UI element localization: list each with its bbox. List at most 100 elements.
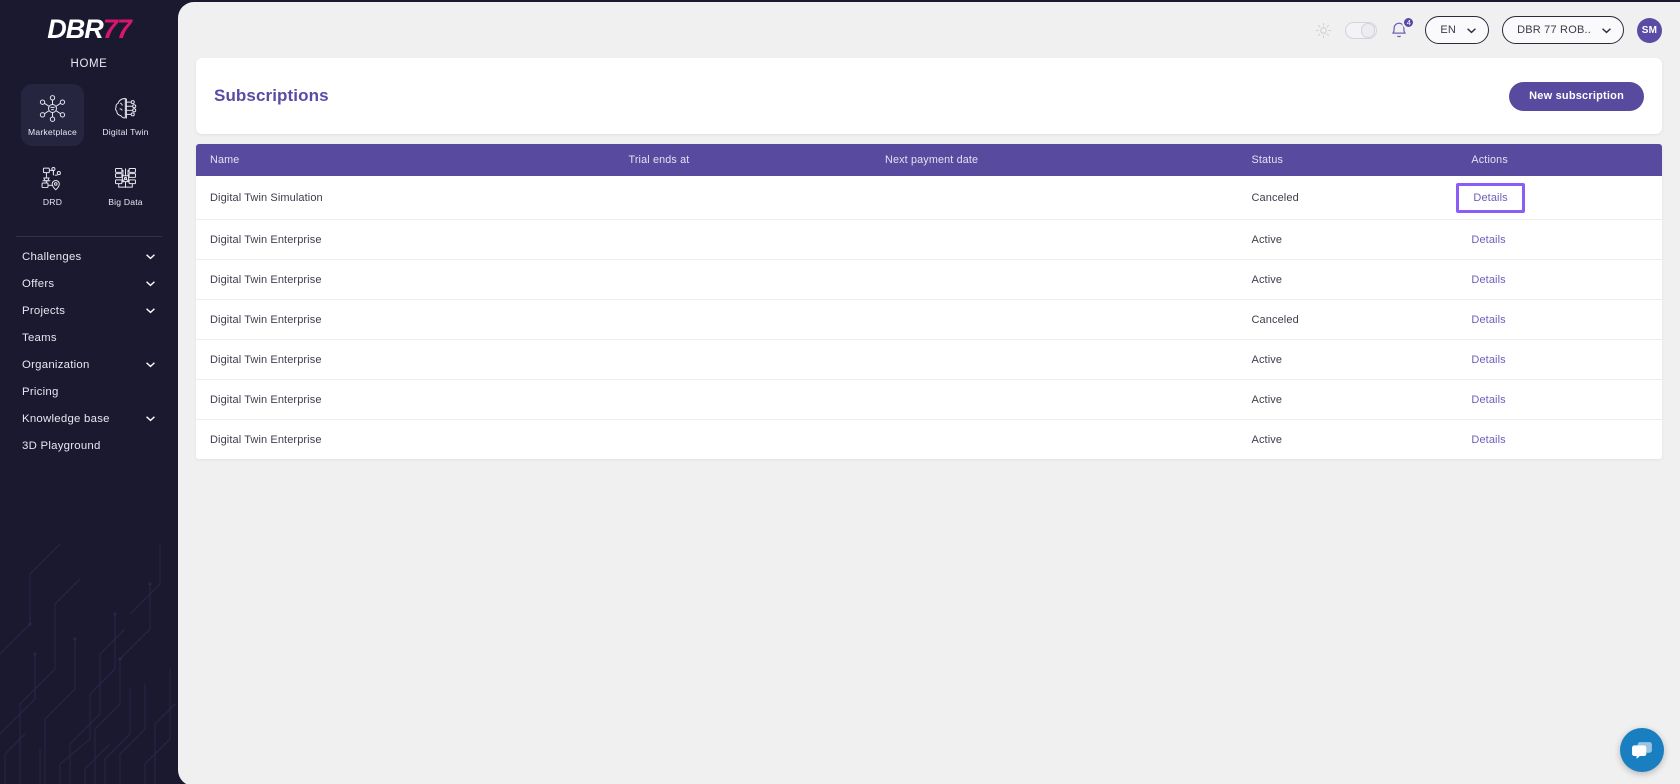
- details-link[interactable]: Details: [1471, 234, 1505, 246]
- sidebar-item-teams[interactable]: Teams: [0, 324, 178, 351]
- sidebar-item-3d-playground[interactable]: 3D Playground: [0, 432, 178, 459]
- app-root: DBR77 HOME Marketplace Digital Twin DRD …: [0, 0, 1680, 784]
- cell-name: Digital Twin Enterprise: [196, 219, 629, 260]
- network-nodes-icon: [39, 94, 66, 122]
- brain-circuit-icon: [115, 97, 137, 118]
- page-content: Subscriptions New subscription Name Tria…: [178, 58, 1680, 459]
- sidebar-item-label: 3D Playground: [22, 439, 101, 452]
- cell-actions: Details: [1471, 420, 1662, 460]
- cell-trial-ends-at: [628, 219, 886, 260]
- avatar[interactable]: SM: [1637, 17, 1662, 43]
- sidebar-tile-label: Big Data: [108, 196, 143, 207]
- details-link[interactable]: Details: [1471, 314, 1505, 326]
- sidebar-tile-marketplace[interactable]: Marketplace: [21, 84, 84, 146]
- table-row: Digital Twin Simulation Canceled Details: [196, 176, 1662, 220]
- sidebar-item-label: Challenges: [22, 250, 82, 263]
- chat-widget-button[interactable]: [1620, 728, 1664, 772]
- cell-trial-ends-at: [628, 339, 886, 380]
- sidebar-item-pricing[interactable]: Pricing: [0, 378, 178, 405]
- details-link[interactable]: Details: [1471, 394, 1505, 406]
- chevron-down-icon: [146, 362, 155, 368]
- sun-icon[interactable]: [1315, 22, 1332, 39]
- sidebar-tile-label: Marketplace: [27, 126, 77, 137]
- notifications-button[interactable]: 4: [1390, 16, 1416, 42]
- chevron-down-icon: [1467, 27, 1476, 33]
- sidebar: DBR77 HOME Marketplace Digital Twin DRD …: [0, 0, 178, 784]
- sidebar-item-label: Pricing: [22, 385, 59, 398]
- cell-actions: Details: [1471, 339, 1662, 380]
- language-selector[interactable]: EN: [1425, 16, 1490, 44]
- sidebar-divider: [16, 236, 162, 237]
- sidebar-item-label: Knowledge base: [22, 412, 110, 425]
- cell-status: Canceled: [1251, 299, 1472, 340]
- cell-name: Digital Twin Enterprise: [196, 339, 629, 380]
- sidebar-item-organization[interactable]: Organization: [0, 351, 178, 378]
- details-link[interactable]: Details: [1473, 192, 1507, 204]
- table-body: Digital Twin Simulation Canceled Details Di…: [196, 176, 1662, 459]
- chevron-down-icon: [146, 416, 155, 422]
- page-header-card: Subscriptions New subscription: [196, 58, 1662, 134]
- cell-trial-ends-at: [628, 420, 885, 460]
- table-row: Digital Twin Enterprise Canceled Details: [196, 299, 1662, 340]
- cell-trial-ends-at: [628, 176, 886, 220]
- cell-name: Digital Twin Enterprise: [196, 379, 629, 420]
- cell-status: Active: [1251, 339, 1472, 380]
- cell-next-payment-date: [885, 299, 1252, 340]
- logo-text-primary: DBR: [47, 14, 103, 44]
- sidebar-item-offers[interactable]: Offers: [0, 270, 178, 297]
- cell-next-payment-date: [885, 176, 1252, 220]
- circuit-decoration: [0, 543, 176, 784]
- sidebar-item-knowledge-base[interactable]: Knowledge base: [0, 405, 178, 432]
- cell-status: Active: [1251, 379, 1472, 420]
- chevron-down-icon: [146, 281, 155, 287]
- sidebar-item-challenges[interactable]: Challenges: [0, 243, 178, 270]
- cell-next-payment-date: [885, 339, 1252, 380]
- notifications-badge: 4: [1402, 16, 1416, 29]
- cell-status: Active: [1251, 433, 1283, 446]
- column-header-name: Name: [210, 154, 240, 166]
- organization-value: DBR 77 ROB..: [1517, 24, 1591, 36]
- cell-actions: Details: [1471, 379, 1662, 420]
- cell-actions: Details: [1471, 299, 1662, 340]
- language-value: EN: [1440, 24, 1457, 36]
- details-link[interactable]: Details: [1471, 274, 1505, 286]
- cell-name: Digital Twin Enterprise: [210, 433, 322, 446]
- details-link[interactable]: Details: [1471, 354, 1505, 366]
- new-subscription-button[interactable]: New subscription: [1509, 81, 1644, 111]
- details-link[interactable]: Details: [1471, 434, 1505, 446]
- organization-selector[interactable]: DBR 77 ROB..: [1502, 16, 1624, 44]
- cell-status: Canceled: [1251, 176, 1472, 220]
- chevron-down-icon: [146, 254, 155, 260]
- sidebar-item-label: Teams: [22, 331, 57, 344]
- sidebar-tile-label: DRD: [42, 196, 63, 207]
- chevron-down-icon: [146, 308, 155, 314]
- chat-bubble-icon: [1631, 741, 1652, 759]
- cell-actions: Details: [1471, 219, 1662, 260]
- cell-actions: Details: [1456, 176, 1662, 220]
- brand-logo[interactable]: DBR77: [0, 0, 178, 45]
- cell-next-payment-date: [885, 420, 1252, 460]
- page-title: Subscriptions: [214, 86, 329, 105]
- cell-name: Digital Twin Simulation: [196, 176, 629, 220]
- theme-toggle[interactable]: [1345, 21, 1378, 39]
- cell-status: Active: [1251, 259, 1472, 300]
- sidebar-item-label: Offers: [22, 277, 55, 290]
- sidebar-tile-label: Digital Twin: [102, 126, 149, 137]
- column-header-next-payment-date: Next payment date: [885, 154, 979, 166]
- cell-trial-ends-at: [628, 259, 886, 300]
- sidebar-tile-digital-twin[interactable]: Digital Twin: [94, 84, 157, 146]
- table-row: Digital Twin Enterprise Active Details: [196, 420, 1662, 460]
- cell-next-payment-date: [885, 219, 1252, 260]
- sidebar-item-projects[interactable]: Projects: [0, 297, 178, 324]
- table-row: Digital Twin Enterprise Active Details: [196, 379, 1662, 420]
- column-header-trial-ends-at: Trial ends at: [628, 154, 690, 166]
- cell-next-payment-date: [885, 379, 1252, 420]
- subscriptions-table: Name Trial ends at Next payment date Sta…: [196, 144, 1662, 459]
- sidebar-tiles: Marketplace Digital Twin DRD Big Data: [0, 84, 178, 224]
- sidebar-tile-big-data[interactable]: Big Data: [94, 154, 157, 216]
- cell-next-payment-date: [885, 259, 1252, 300]
- sidebar-tile-drd[interactable]: DRD: [21, 154, 84, 216]
- column-header-status: Status: [1251, 154, 1284, 166]
- cell-trial-ends-at: [628, 379, 886, 420]
- chevron-down-icon: [1602, 27, 1611, 33]
